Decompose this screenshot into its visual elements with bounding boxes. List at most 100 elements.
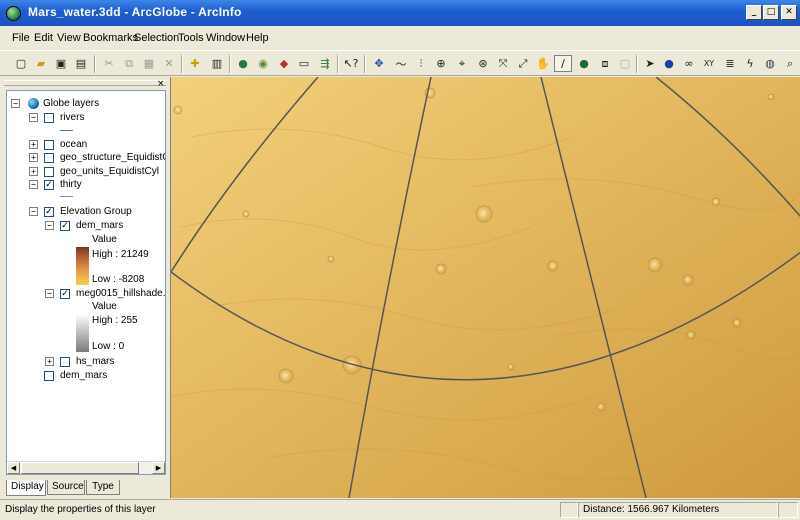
- layer-hs-mars[interactable]: hs_mars: [76, 355, 114, 368]
- new-document-icon[interactable]: ▢: [12, 55, 30, 72]
- menu-help[interactable]: Help: [246, 32, 269, 44]
- menu-window[interactable]: Window: [206, 32, 245, 44]
- layer-checkbox[interactable]: [44, 371, 54, 381]
- toolbar-separator: [181, 55, 183, 73]
- expand-icon[interactable]: +: [29, 167, 38, 176]
- save-icon[interactable]: ▣: [52, 55, 70, 72]
- menu-file[interactable]: File: [12, 32, 30, 44]
- arcglobe-app-icon: [6, 6, 21, 21]
- navigate-globe-icon[interactable]: ◉: [254, 55, 272, 72]
- zoom-extent-icon[interactable]: ⤢: [514, 55, 532, 72]
- lightning-icon[interactable]: ϟ: [741, 55, 759, 72]
- fly-icon[interactable]: 〜: [392, 55, 410, 72]
- scroll-left-icon[interactable]: ◀: [7, 462, 20, 474]
- table-of-contents: × − Globe layers − rivers + ocean + geo_…: [0, 77, 170, 498]
- layer-dem-mars-2[interactable]: dem_mars: [60, 369, 107, 382]
- elevation-group[interactable]: Elevation Group: [60, 205, 132, 218]
- legend-title: Value: [92, 234, 117, 245]
- copy-icon[interactable]: ⧉: [120, 55, 138, 72]
- full-extent-arrows-icon[interactable]: ⤧: [494, 55, 512, 72]
- collapse-icon[interactable]: −: [11, 99, 20, 108]
- layer-checkbox[interactable]: [44, 140, 54, 150]
- whats-this-icon[interactable]: ↖?: [342, 55, 360, 72]
- hillshade-grey-ramp: [76, 314, 89, 352]
- toc-horizontal-scrollbar[interactable]: ◀ ▶: [7, 461, 165, 474]
- add-data-icon[interactable]: ✚: [186, 55, 204, 72]
- collapse-icon[interactable]: −: [45, 221, 54, 230]
- expand-icon[interactable]: +: [29, 140, 38, 149]
- layer-checkbox[interactable]: [44, 167, 54, 177]
- toolbar-separator: [337, 55, 339, 73]
- group-checkbox-checked[interactable]: ✓: [44, 207, 54, 217]
- collapse-icon[interactable]: −: [29, 113, 38, 122]
- layer-checkbox[interactable]: [44, 153, 54, 163]
- layer-checkbox[interactable]: [60, 357, 70, 367]
- open-folder-icon[interactable]: ▰: [32, 55, 50, 72]
- zoom-layer-icon[interactable]: ⧈: [596, 55, 614, 72]
- tab-source[interactable]: Source: [47, 480, 85, 495]
- menu-tools[interactable]: Tools: [178, 32, 204, 44]
- route-icon[interactable]: ⇶: [316, 55, 334, 72]
- maximize-button[interactable]: □: [763, 5, 779, 20]
- legend-high: High : 21249: [92, 249, 149, 260]
- expand-icon[interactable]: +: [29, 153, 38, 162]
- find-binoculars-icon[interactable]: ∞: [680, 55, 698, 72]
- scroll-thumb[interactable]: [21, 462, 139, 474]
- layer-geo-units[interactable]: geo_units_EquidistCyl: [60, 165, 159, 178]
- magnifier-icon[interactable]: ⌕: [781, 55, 799, 72]
- menu-view[interactable]: View: [57, 32, 81, 44]
- close-button[interactable]: ✕: [781, 5, 797, 20]
- layer-checkbox-checked[interactable]: ✓: [60, 289, 70, 299]
- layer-dem-mars[interactable]: dem_mars: [76, 219, 123, 232]
- go-to-xy-icon[interactable]: XY: [700, 55, 718, 72]
- collapse-icon[interactable]: −: [45, 289, 54, 298]
- menu-bookmarks[interactable]: Bookmarks: [83, 32, 138, 44]
- layer-properties-icon[interactable]: ≣: [721, 55, 739, 72]
- cut-icon[interactable]: ✂: [100, 55, 118, 72]
- layer-checkbox[interactable]: [44, 113, 54, 123]
- mars-surface-map[interactable]: [171, 77, 800, 498]
- layer-checkbox-checked[interactable]: ✓: [44, 180, 54, 190]
- target-center-icon[interactable]: ⌖: [453, 55, 471, 72]
- minimize-button[interactable]: _: [746, 5, 762, 20]
- layer-rivers[interactable]: rivers: [60, 111, 84, 124]
- tab-display[interactable]: Display: [6, 480, 46, 496]
- toolbar: ▢ ▰ ▣ ▤ ✂ ⧉ ▦ ✕ ✚ ▥ ● ◉ ◆ ▭ ⇶ ↖? ✥ 〜 ⫶ ⊕…: [0, 50, 800, 76]
- toc-grip[interactable]: [4, 80, 166, 86]
- paste-icon[interactable]: ▦: [140, 55, 158, 72]
- print-icon[interactable]: ▤: [72, 55, 90, 72]
- identify-icon[interactable]: ●: [660, 55, 678, 72]
- scroll-right-icon[interactable]: ▶: [152, 462, 165, 474]
- layer-hillshade[interactable]: meg0015_hillshade.t: [76, 287, 165, 300]
- zoom-to-target-icon[interactable]: ⊛: [474, 55, 492, 72]
- arctoolbox-icon[interactable]: ▥: [208, 55, 226, 72]
- zoom-in-out-icon[interactable]: ⊕: [432, 55, 450, 72]
- toc-close-icon[interactable]: ×: [157, 79, 165, 89]
- title-bar: Mars_water.3dd - ArcGlobe - ArcInfo _ □ …: [0, 0, 800, 26]
- full-extent-icon[interactable]: ▭: [295, 55, 313, 72]
- tab-type[interactable]: Type: [86, 480, 120, 495]
- globe-view-icon[interactable]: ●: [575, 55, 593, 72]
- delete-icon[interactable]: ✕: [160, 55, 178, 72]
- 3d-view-icon[interactable]: ◆: [275, 55, 293, 72]
- layer-thirty[interactable]: thirty: [60, 178, 82, 191]
- select-arrow-icon[interactable]: ➤: [641, 55, 659, 72]
- toolbar-separator: [94, 55, 96, 73]
- menu-edit[interactable]: Edit: [34, 32, 53, 44]
- expand-icon[interactable]: +: [45, 357, 54, 366]
- pan-icon[interactable]: ✥: [370, 55, 388, 72]
- measure-icon[interactable]: ∕: [554, 55, 572, 72]
- globe-icon[interactable]: ●: [234, 55, 252, 72]
- clear-icon[interactable]: ▢: [616, 55, 634, 72]
- layer-ocean[interactable]: ocean: [60, 138, 87, 151]
- collapse-icon[interactable]: −: [29, 207, 38, 216]
- collapse-icon[interactable]: −: [29, 180, 38, 189]
- globe-map-view[interactable]: [170, 77, 800, 498]
- layer-geo-structure[interactable]: geo_structure_EquidistC: [60, 151, 165, 164]
- window-title: Mars_water.3dd - ArcGlobe - ArcInfo: [28, 5, 242, 19]
- animation-icon[interactable]: ◍: [761, 55, 779, 72]
- hand-pan-icon[interactable]: ✋: [534, 55, 552, 72]
- menu-selection[interactable]: Selection: [134, 32, 179, 44]
- walk-icon[interactable]: ⫶: [412, 55, 430, 72]
- layer-checkbox-checked[interactable]: ✓: [60, 221, 70, 231]
